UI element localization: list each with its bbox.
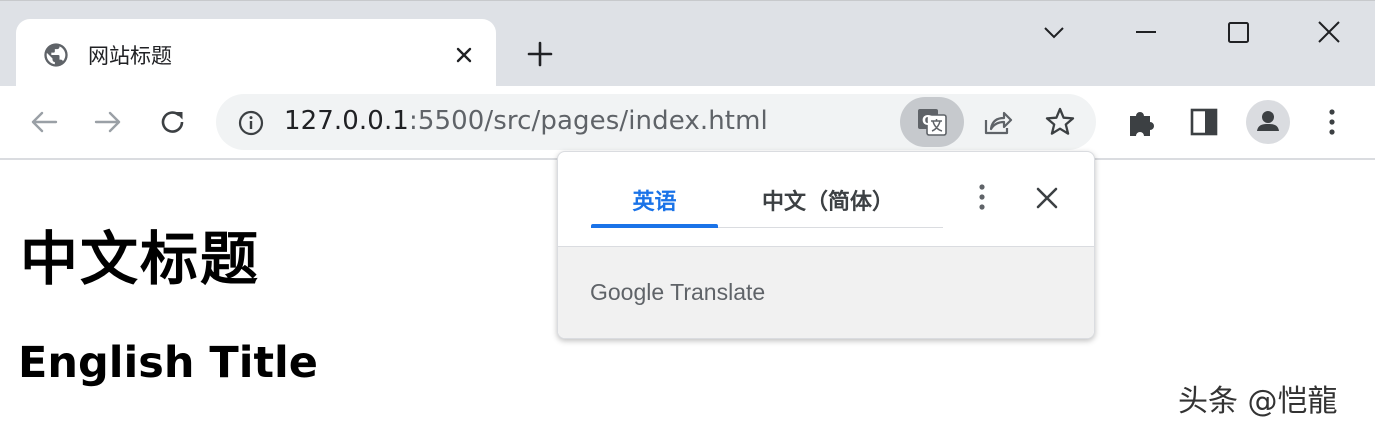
maximize-icon[interactable] (1220, 15, 1256, 51)
profile-icon[interactable] (1246, 100, 1290, 144)
star-icon[interactable] (1043, 105, 1077, 139)
puzzle-icon[interactable] (1124, 106, 1158, 140)
reload-icon[interactable] (155, 104, 191, 140)
url-path: :5500/src/pages/index.html (408, 106, 768, 136)
tab-strip: 网站标题 (0, 0, 1375, 87)
minimize-icon[interactable] (1128, 15, 1164, 51)
tab-source-language[interactable]: 英语 (591, 184, 718, 216)
back-icon[interactable] (26, 104, 62, 140)
page-heading-h1: 中文标题 (20, 225, 261, 293)
translate-button[interactable]: G (900, 97, 964, 147)
page-heading-h2: English Title (18, 338, 318, 388)
address-bar[interactable]: 127.0.0.1:5500/src/pages/index.html G (216, 94, 1096, 150)
close-icon[interactable] (1032, 183, 1062, 213)
watermark: 头条 @恺龍 (1178, 384, 1338, 419)
google-translate-logo: Google Translate (590, 279, 765, 306)
info-icon[interactable] (236, 108, 266, 138)
tab-target-language[interactable]: 中文（简体） (728, 184, 928, 216)
toolbar: 127.0.0.1:5500/src/pages/index.html G (0, 86, 1375, 158)
tab-title: 网站标题 (88, 44, 172, 68)
url-host: 127.0.0.1 (284, 106, 409, 136)
brand-google: Google (590, 279, 665, 305)
kebab-menu-icon[interactable] (1316, 106, 1348, 138)
close-window-icon[interactable] (1311, 15, 1347, 51)
globe-icon (42, 41, 70, 69)
new-tab-icon[interactable] (524, 38, 556, 70)
translate-icon: G (916, 106, 948, 138)
translate-bubble: 英语 中文（简体） Google Translate (557, 151, 1095, 339)
share-icon[interactable] (980, 106, 1014, 140)
chevron-down-icon[interactable] (1036, 15, 1072, 51)
active-tab-indicator (591, 224, 718, 228)
close-tab-icon[interactable] (450, 41, 478, 69)
brand-translate: Translate (670, 279, 766, 305)
url-text[interactable]: 127.0.0.1:5500/src/pages/index.html (284, 106, 768, 136)
browser-tab[interactable]: 网站标题 (16, 19, 496, 87)
forward-icon[interactable] (90, 104, 126, 140)
bubble-footer: Google Translate (558, 246, 1094, 338)
more-options-icon[interactable] (966, 182, 998, 214)
side-panel-icon[interactable] (1188, 106, 1220, 138)
